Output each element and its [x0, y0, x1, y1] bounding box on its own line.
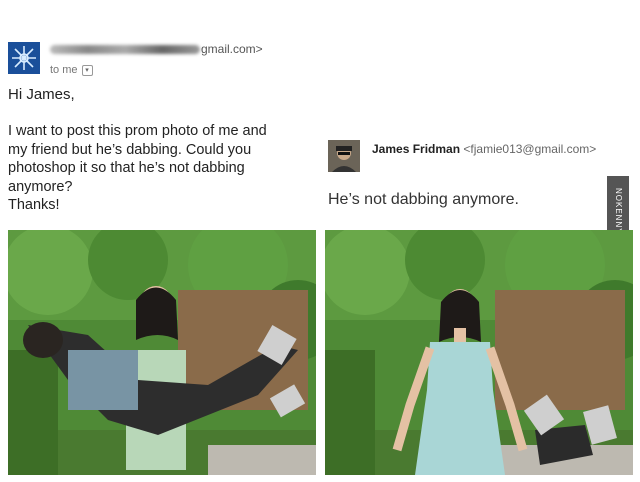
sender-email-suffix: gmail.com>	[201, 42, 263, 56]
email-body-line: anymore?	[8, 178, 73, 195]
reply-sender-email: <fjamie013@gmail.com>	[463, 142, 597, 156]
original-photo-image	[8, 230, 316, 475]
sender-address[interactable]: gmail.com>	[50, 42, 263, 56]
reply-body: He’s not dabbing anymore.	[328, 191, 519, 208]
email-body-line: I want to post this prom photo of me and	[8, 123, 267, 139]
email-body-line: Thanks!	[8, 197, 60, 213]
email-body-line: my friend but he’s dabbing. Could you	[8, 141, 252, 158]
reply-avatar[interactable]	[328, 140, 360, 172]
sender-avatar[interactable]	[8, 42, 40, 74]
reply-sender-name: James Fridman	[372, 142, 461, 156]
chevron-down-icon[interactable]: ▾	[81, 64, 93, 76]
snowflake-avatar-icon	[8, 42, 40, 74]
redacted-sender-name	[50, 44, 200, 54]
email-body: I want to post this prom photo of me and…	[8, 122, 308, 215]
recipient-label: to me	[50, 64, 78, 76]
email-greeting: Hi James,	[8, 86, 75, 103]
edited-photo-image	[325, 230, 633, 475]
reply-sender-line[interactable]: James Fridman <fjamie013@gmail.com>	[372, 142, 596, 156]
edited-prom-photo	[325, 230, 633, 475]
original-prom-photo	[8, 230, 316, 475]
recipient-line: to me ▾	[50, 64, 93, 76]
email-body-line: photoshop it so that he’s not dabbing	[8, 160, 245, 176]
person-avatar-icon	[328, 140, 360, 172]
